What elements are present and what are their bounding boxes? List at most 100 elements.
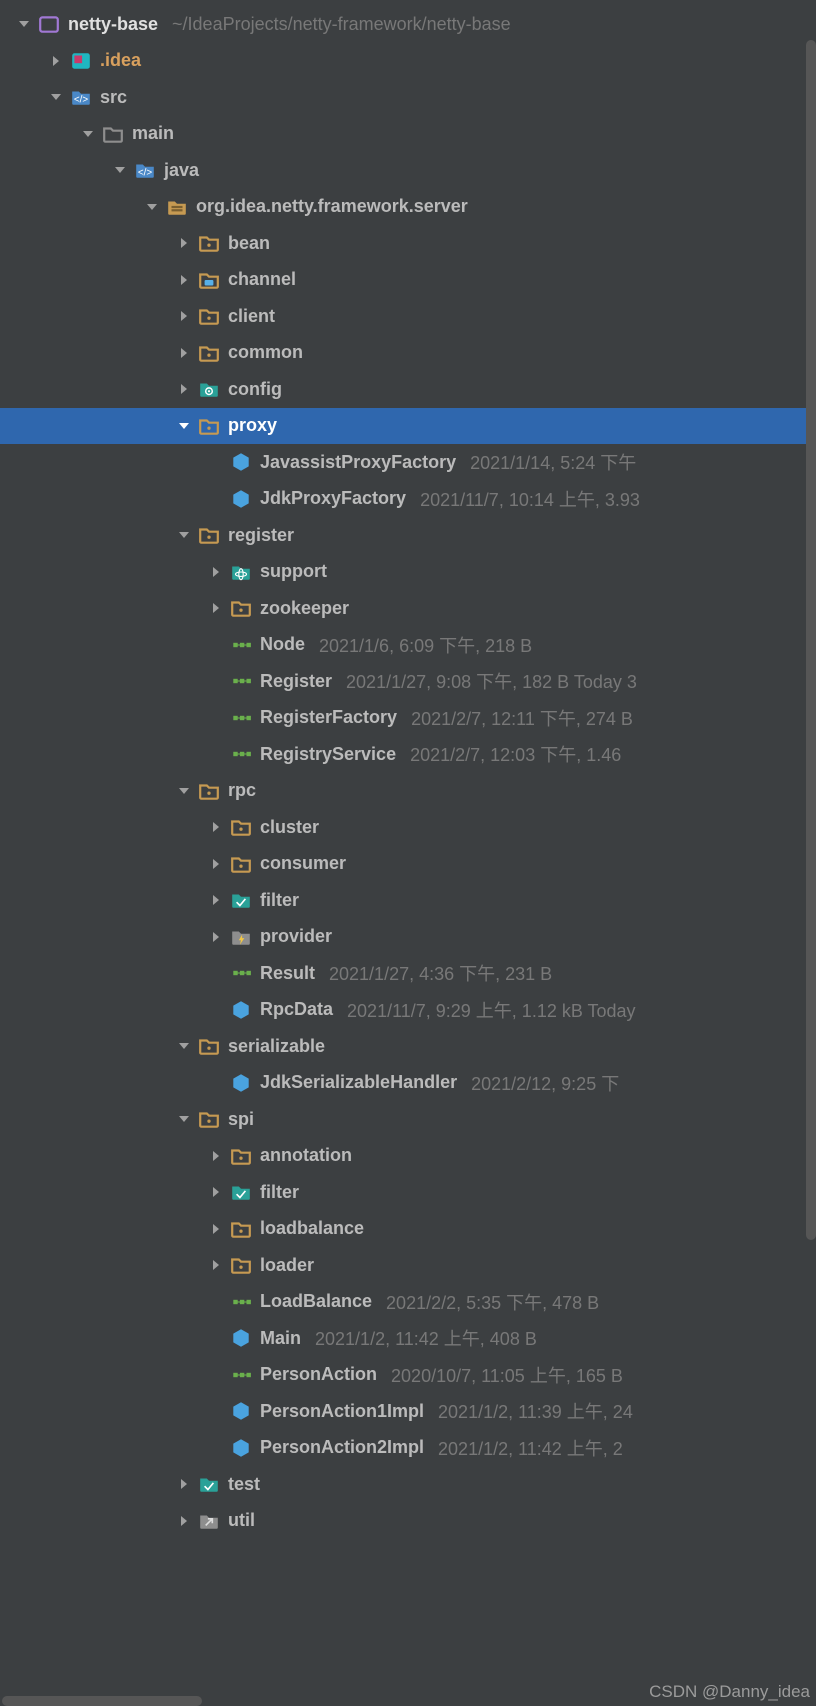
chevron-right-icon[interactable] bbox=[174, 270, 194, 290]
tree-row[interactable]: channel bbox=[0, 262, 816, 299]
chevron-down-icon[interactable] bbox=[14, 14, 34, 34]
folder-teal-icon bbox=[230, 1181, 252, 1203]
folder-icon bbox=[198, 342, 220, 364]
tree-row[interactable]: loader bbox=[0, 1247, 816, 1284]
tree-item-label: main bbox=[132, 123, 174, 144]
tree-item-meta: 2021/2/7, 12:03 下午, 1.46 bbox=[410, 741, 621, 767]
tree-row[interactable]: </>src bbox=[0, 79, 816, 116]
tree-row[interactable]: proxy bbox=[0, 408, 816, 445]
chevron-right-icon[interactable] bbox=[206, 562, 226, 582]
chevron-down-icon[interactable] bbox=[174, 416, 194, 436]
folder-icon bbox=[230, 853, 252, 875]
tree-row[interactable]: .idea bbox=[0, 43, 816, 80]
tree-item-label: .idea bbox=[100, 50, 141, 71]
tree-row[interactable]: Node2021/1/6, 6:09 下午, 218 B bbox=[0, 627, 816, 664]
project-tree[interactable]: netty-base~/IdeaProjects/netty-framework… bbox=[0, 0, 816, 1539]
folder-teal-icon bbox=[230, 889, 252, 911]
tree-row[interactable]: annotation bbox=[0, 1138, 816, 1175]
tree-row[interactable]: PersonAction2020/10/7, 11:05 上午, 165 B bbox=[0, 1357, 816, 1394]
chevron-right-icon[interactable] bbox=[174, 306, 194, 326]
tree-row[interactable]: JdkProxyFactory2021/11/7, 10:14 上午, 3.93 bbox=[0, 481, 816, 518]
chevron-down-icon[interactable] bbox=[110, 160, 130, 180]
tree-row[interactable]: PersonAction2Impl2021/1/2, 11:42 上午, 2 bbox=[0, 1430, 816, 1467]
tree-row[interactable]: LoadBalance2021/2/2, 5:35 下午, 478 B bbox=[0, 1284, 816, 1321]
tree-row[interactable]: bean bbox=[0, 225, 816, 262]
arrow-spacer bbox=[206, 1292, 226, 1312]
chevron-right-icon[interactable] bbox=[174, 233, 194, 253]
chevron-right-icon[interactable] bbox=[206, 1219, 226, 1239]
tree-row[interactable]: RegistryService 2021/2/7, 12:03 下午, 1.46 bbox=[0, 736, 816, 773]
chevron-right-icon[interactable] bbox=[206, 927, 226, 947]
class-icon bbox=[230, 1072, 252, 1094]
tree-row[interactable]: Main2021/1/2, 11:42 上午, 408 B bbox=[0, 1320, 816, 1357]
chevron-right-icon[interactable] bbox=[206, 1182, 226, 1202]
tree-item-label: Node bbox=[260, 634, 305, 655]
tree-row[interactable]: serializable bbox=[0, 1028, 816, 1065]
arrow-spacer bbox=[206, 489, 226, 509]
tree-row[interactable]: test bbox=[0, 1466, 816, 1503]
tree-row[interactable]: config bbox=[0, 371, 816, 408]
svg-text:</>: </> bbox=[74, 95, 89, 106]
tree-row[interactable]: spi bbox=[0, 1101, 816, 1138]
arrow-spacer bbox=[206, 1365, 226, 1385]
tree-row[interactable]: </>java bbox=[0, 152, 816, 189]
chevron-right-icon[interactable] bbox=[206, 1146, 226, 1166]
chevron-right-icon[interactable] bbox=[206, 890, 226, 910]
chevron-right-icon[interactable] bbox=[206, 854, 226, 874]
chevron-right-icon[interactable] bbox=[206, 817, 226, 837]
tree-row[interactable]: JavassistProxyFactory2021/1/14, 5:24 下午 bbox=[0, 444, 816, 481]
chevron-right-icon[interactable] bbox=[46, 51, 66, 71]
tree-row[interactable]: JdkSerializableHandler2021/2/12, 9:25 下 bbox=[0, 1065, 816, 1102]
interface-icon bbox=[230, 1364, 252, 1386]
tree-row[interactable]: RegisterFactory2021/2/7, 12:11 下午, 274 B bbox=[0, 700, 816, 737]
tree-item-label: Result bbox=[260, 963, 315, 984]
tree-row[interactable]: Register2021/1/27, 9:08 下午, 182 B Today … bbox=[0, 663, 816, 700]
tree-item-label: JavassistProxyFactory bbox=[260, 452, 456, 473]
tree-item-meta: 2020/10/7, 11:05 上午, 165 B bbox=[391, 1362, 623, 1388]
tree-row[interactable]: main bbox=[0, 116, 816, 153]
tree-row[interactable]: support bbox=[0, 554, 816, 591]
horizontal-scrollbar[interactable] bbox=[2, 1696, 202, 1706]
folder-icon bbox=[230, 597, 252, 619]
tree-row[interactable]: zookeeper bbox=[0, 590, 816, 627]
tree-item-meta: 2021/1/2, 11:39 上午, 24 bbox=[438, 1398, 633, 1424]
tree-row[interactable]: RpcData2021/11/7, 9:29 上午, 1.12 kB Today bbox=[0, 992, 816, 1029]
interface-icon bbox=[230, 707, 252, 729]
chevron-down-icon[interactable] bbox=[142, 197, 162, 217]
package-icon bbox=[166, 196, 188, 218]
arrow-spacer bbox=[206, 963, 226, 983]
tree-row[interactable]: common bbox=[0, 335, 816, 372]
chevron-right-icon[interactable] bbox=[206, 1255, 226, 1275]
tree-row[interactable]: netty-base~/IdeaProjects/netty-framework… bbox=[0, 6, 816, 43]
chevron-down-icon[interactable] bbox=[174, 1109, 194, 1129]
vertical-scrollbar[interactable] bbox=[806, 40, 816, 1240]
tree-row[interactable]: loadbalance bbox=[0, 1211, 816, 1248]
chevron-down-icon[interactable] bbox=[174, 1036, 194, 1056]
chevron-down-icon[interactable] bbox=[78, 124, 98, 144]
chevron-right-icon[interactable] bbox=[206, 598, 226, 618]
tree-row[interactable]: cluster bbox=[0, 809, 816, 846]
tree-item-label: loader bbox=[260, 1255, 314, 1276]
tree-row[interactable]: rpc bbox=[0, 773, 816, 810]
tree-row[interactable]: filter bbox=[0, 1174, 816, 1211]
chevron-down-icon[interactable] bbox=[174, 525, 194, 545]
folder-icon bbox=[230, 816, 252, 838]
tree-row[interactable]: client bbox=[0, 298, 816, 335]
tree-row[interactable]: register bbox=[0, 517, 816, 554]
chevron-down-icon[interactable] bbox=[174, 781, 194, 801]
tree-row[interactable]: Result2021/1/27, 4:36 下午, 231 B bbox=[0, 955, 816, 992]
tree-row[interactable]: util bbox=[0, 1503, 816, 1540]
chevron-right-icon[interactable] bbox=[174, 1511, 194, 1531]
chevron-down-icon[interactable] bbox=[46, 87, 66, 107]
tree-row[interactable]: filter bbox=[0, 882, 816, 919]
tree-row[interactable]: consumer bbox=[0, 846, 816, 883]
tree-row[interactable]: PersonAction1Impl2021/1/2, 11:39 上午, 24 bbox=[0, 1393, 816, 1430]
tree-row[interactable]: provider bbox=[0, 919, 816, 956]
chevron-right-icon[interactable] bbox=[174, 379, 194, 399]
chevron-right-icon[interactable] bbox=[174, 343, 194, 363]
folder-teal-gear-icon bbox=[198, 378, 220, 400]
tree-row[interactable]: org.idea.netty.framework.server bbox=[0, 189, 816, 226]
folder-teal-atom-icon bbox=[230, 561, 252, 583]
chevron-right-icon[interactable] bbox=[174, 1474, 194, 1494]
tree-item-label: RegistryService bbox=[260, 744, 396, 765]
